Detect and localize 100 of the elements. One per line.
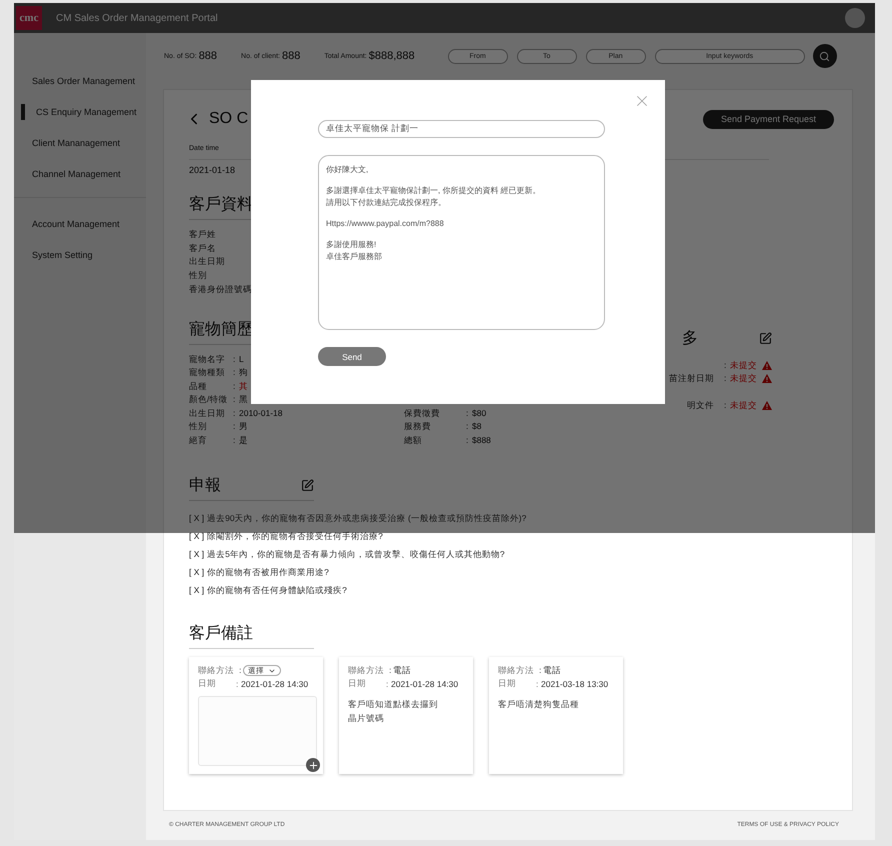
field-label: 品種	[189, 380, 208, 393]
field-value: L	[239, 352, 244, 366]
field-label: 聯絡方法	[198, 664, 235, 677]
field-value: 是	[239, 434, 248, 447]
field-value: 2021-03-18 13:30	[541, 678, 608, 689]
field-label: 聯絡方法	[498, 664, 535, 677]
edit-icon[interactable]	[759, 332, 772, 345]
colon: :	[466, 420, 470, 434]
field-label: 總額	[404, 434, 423, 447]
document-label: 明文件	[687, 398, 714, 412]
date-value: 2021-01-18	[189, 165, 236, 175]
question-text: 過去5年內，你的寵物是否有暴力傾向，或曾攻擊、咬傷任何人或其他動物?	[207, 548, 505, 562]
field-value: 2021-01-28 14:30	[391, 678, 458, 689]
status-text: 未提交	[730, 358, 757, 372]
status-text: 未提交	[730, 372, 757, 386]
section-title: 申報	[189, 476, 222, 496]
field-label: 日期	[498, 678, 517, 690]
sidebar-item[interactable]: System Setting	[14, 246, 93, 262]
stat-value: 888	[282, 50, 300, 62]
field-value: 電話	[393, 664, 411, 677]
field-label: 寵物名字	[189, 352, 226, 366]
subject-field[interactable]: 卓佳太平寵物保 計劃一	[318, 120, 605, 138]
answer-mark: [ X ]	[189, 530, 204, 544]
sidebar-item[interactable]: Channel Management	[14, 166, 121, 182]
colon: ：	[386, 664, 393, 677]
send-button[interactable]: Send	[318, 347, 386, 366]
sidebar-item[interactable]: Sales Order Management	[14, 72, 136, 88]
message-line: 多謝選擇卓佳太平寵物保計劃一, 你所提交的資料 經已更新。	[326, 185, 541, 197]
colon: :	[386, 678, 390, 689]
colon: :	[466, 406, 470, 420]
sidebar-item[interactable]: Client Mananagement	[14, 134, 120, 150]
colon: :	[724, 358, 728, 372]
field-value: $80	[472, 406, 486, 420]
note-text: 客戶唔知道點樣去攞到晶片號碼	[348, 698, 438, 726]
field-label: 出生日期	[189, 255, 225, 268]
field-label: 日期	[198, 678, 217, 690]
question-text: 你的寵物有否任何身體缺陷或殘疾?	[207, 584, 347, 598]
colon: :	[233, 366, 236, 380]
warning-icon	[762, 360, 772, 370]
colon: :	[724, 372, 728, 386]
colon: :	[233, 434, 236, 447]
field-value: 黑	[239, 393, 248, 406]
answer-mark: [ X ]	[189, 584, 204, 598]
field-label: 性別	[189, 269, 207, 282]
stat-value: 888	[198, 50, 218, 62]
answer-mark: [ X ]	[189, 512, 204, 526]
field-label: 顏色/特徵	[189, 393, 228, 406]
field-value: 狗	[239, 366, 248, 380]
colon: :	[466, 434, 470, 447]
field-label: 香港身份證號碼	[189, 282, 252, 296]
question-text: 你的寵物有否被用作商業用途?	[207, 566, 329, 580]
colon: :	[233, 420, 236, 434]
answer-mark: [ X ]	[189, 566, 204, 580]
send-payment-button[interactable]: Send Payment Request	[702, 110, 834, 128]
section-title: 寵物簡歷	[189, 320, 254, 340]
warning-icon	[762, 374, 772, 384]
message-line: 你好陳大文,	[326, 164, 368, 176]
field-label: 聯絡方法	[348, 664, 385, 677]
section-title: 多	[682, 328, 699, 349]
field-label: 服務費	[404, 420, 432, 434]
stat-value: $888,888	[368, 50, 415, 62]
field-label: 性別	[189, 420, 208, 434]
plus-icon	[308, 760, 318, 771]
message-box[interactable]: 你好陳大文, 多謝選擇卓佳太平寵物保計劃一, 你所提交的資料 經已更新。 請用以下付款連結完成投保程序。 Https://wwww.paypal.com/m?888 多謝使用服務! 卓佳客戶服務部	[318, 155, 605, 330]
section-title: 客戶備註	[189, 624, 254, 644]
field-label: 絕育	[189, 434, 208, 447]
field-value: 男	[239, 420, 248, 434]
edit-icon[interactable]	[301, 479, 314, 492]
message-line: 請用以下付款連結完成投保程序。	[326, 197, 446, 209]
search-icon	[819, 50, 830, 62]
field-label: 客戶名	[189, 242, 216, 255]
question-text: 除閹割外，你的寵物有否接受任何手術治療?	[207, 530, 383, 544]
colon: :	[724, 398, 728, 412]
answer-mark: [ X ]	[189, 548, 204, 562]
search-button[interactable]	[812, 44, 837, 68]
field-label: 寵物種類	[189, 366, 226, 380]
colon: :	[233, 393, 236, 406]
message-line: Https://wwww.paypal.com/m?888	[326, 218, 444, 230]
sidebar-item[interactable]: CS Enquiry Management	[21, 104, 137, 120]
field-value: 2010-01-18	[239, 406, 282, 420]
field-value: 2021-01-28 14:30	[241, 678, 308, 689]
field-label: 出生日期	[189, 406, 226, 420]
status-text: 未提交	[730, 398, 757, 412]
warning-icon	[762, 400, 772, 410]
field-label: 日期	[348, 678, 367, 690]
section-title: 客戶資料	[189, 194, 254, 215]
add-button[interactable]	[306, 758, 320, 772]
colon: :	[233, 406, 236, 420]
note-text: 客戶唔清楚狗隻品種	[498, 698, 580, 712]
field-value: 其	[239, 380, 248, 393]
note-input[interactable]	[198, 696, 317, 766]
field-label: 客戶姓	[189, 228, 216, 241]
colon: ：	[236, 664, 243, 677]
field-value: $888	[472, 434, 491, 447]
sidebar-item[interactable]: Account Management	[14, 216, 120, 232]
colon: ：	[536, 664, 543, 677]
field-value: $8	[472, 420, 482, 434]
colon: :	[233, 352, 236, 366]
document-label: 苗注射日期	[669, 372, 714, 386]
colon: :	[536, 678, 540, 689]
